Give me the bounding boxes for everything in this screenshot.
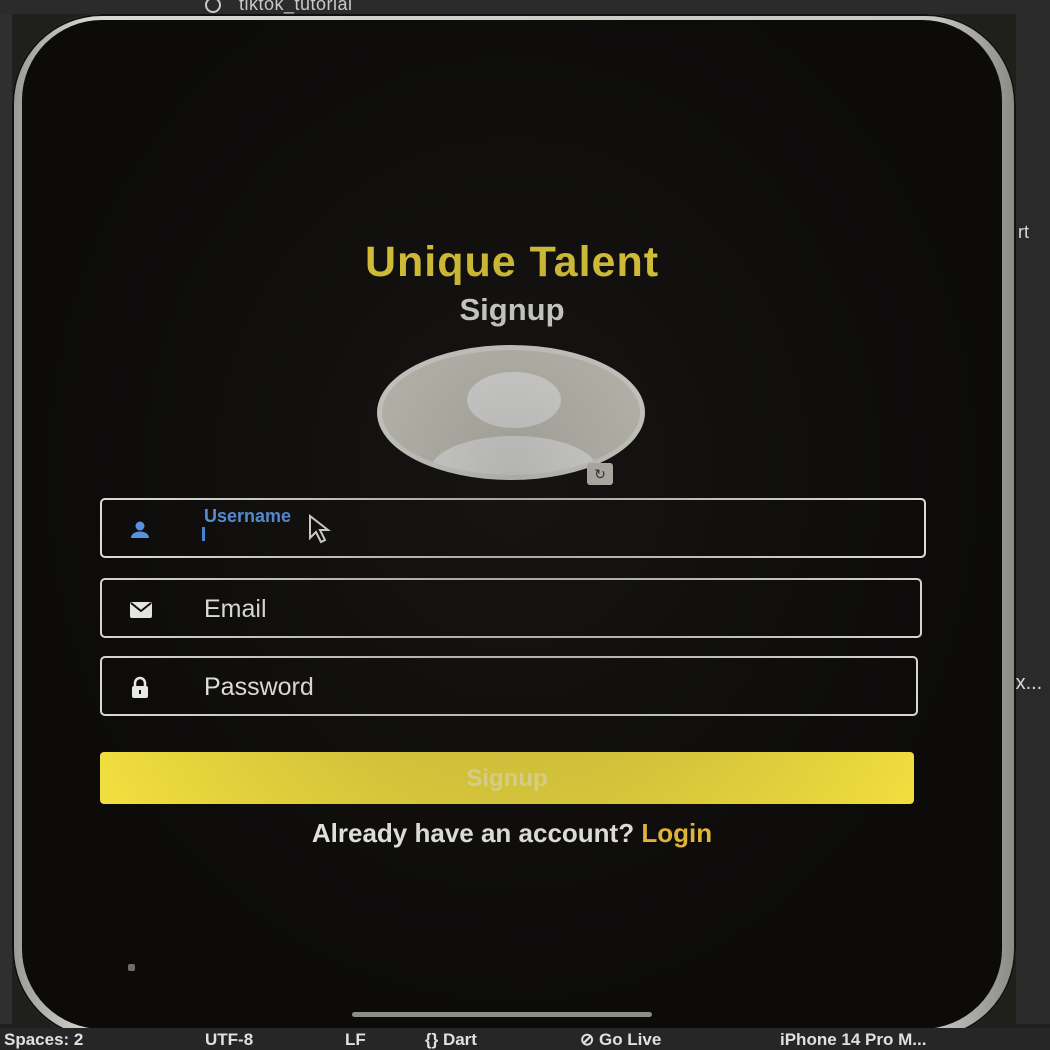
desktop-right-edge [1016,14,1050,1024]
app-title: Unique Talent [364,238,660,286]
login-prompt-text: Already have an account? [311,818,635,848]
avatar-picker[interactable]: ↻ [377,345,649,485]
phone-screen: Unique Talent Signup ↻ Username Email Pa… [22,20,1002,1029]
status-spaces[interactable]: Spaces: 2 [4,1030,83,1050]
login-prompt: Already have an account? Login [22,818,1002,849]
mail-icon [130,602,152,618]
status-language[interactable]: {} Dart [425,1030,477,1050]
status-eol[interactable]: LF [345,1030,366,1050]
editor-status-bar: Spaces: 2 UTF-8 LF {} Dart ⊘ Go Live iPh… [0,1028,1050,1050]
email-field[interactable]: Email [100,578,922,638]
lock-icon [132,676,148,698]
phone-frame: Unique Talent Signup ↻ Username Email Pa… [12,14,1016,1039]
avatar-head [467,372,561,428]
mouse-pointer-icon [309,514,331,544]
page-subtitle: Signup [459,292,565,327]
signup-button[interactable]: Signup [100,752,914,804]
camera-icon[interactable]: ↻ [587,463,613,485]
status-device[interactable]: iPhone 14 Pro M... [780,1030,926,1050]
person-icon [131,521,149,538]
avatar-body [430,436,598,475]
search-icon [205,0,221,14]
status-encoding[interactable]: UTF-8 [205,1030,253,1050]
avatar [377,345,645,480]
home-indicator[interactable] [352,1012,652,1017]
username-label: Username [198,506,298,527]
login-link[interactable]: Login [641,818,712,848]
desktop-left-edge [0,14,12,1024]
editor-tab-label: tiktok_tutorial [239,0,353,14]
email-placeholder: Email [204,595,267,623]
desktop-top-bar: tiktok_tutorial [0,0,1050,14]
desktop-right-text: rt [1018,222,1029,242]
screen-speck [128,964,135,971]
status-golive[interactable]: ⊘ Go Live [580,1030,661,1050]
editor-tab[interactable]: tiktok_tutorial [205,0,353,15]
password-field[interactable]: Password [100,656,918,716]
password-placeholder: Password [204,673,314,701]
